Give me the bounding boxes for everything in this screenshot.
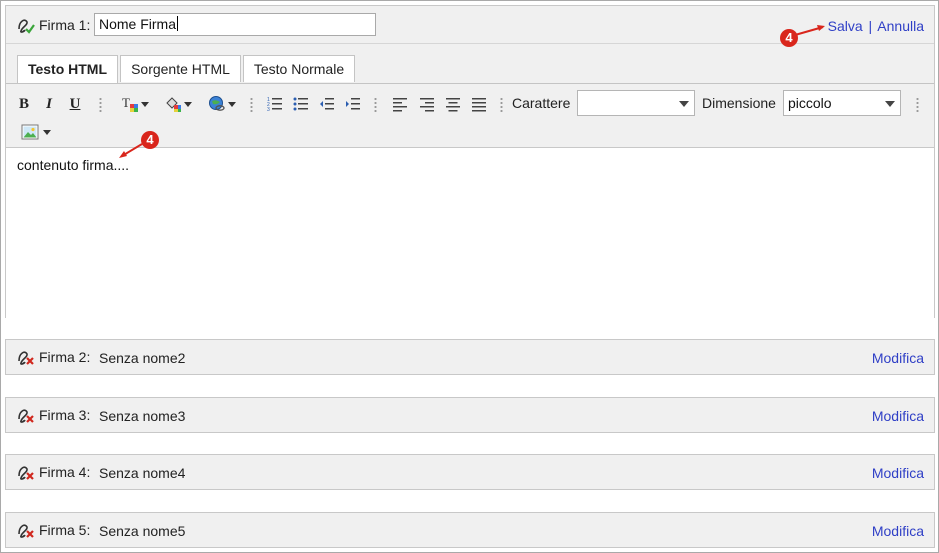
indent-icon: [346, 98, 360, 110]
globe-link-icon: [209, 96, 225, 111]
font-select[interactable]: [577, 90, 695, 116]
align-center-icon: [446, 98, 460, 112]
signature-name: Senza nome4: [99, 465, 186, 481]
edit-link[interactable]: Modifica: [872, 465, 924, 481]
align-left-button[interactable]: [390, 94, 410, 114]
insert-image-button[interactable]: [18, 122, 54, 142]
save-link[interactable]: Salva: [828, 18, 863, 34]
align-justify-button[interactable]: [469, 94, 489, 114]
text-color-icon: T: [122, 95, 138, 112]
toolbar-grip: [99, 97, 102, 113]
signature-name: Senza nome2: [99, 350, 186, 366]
bullet-list-icon: [293, 97, 308, 111]
outdent-icon: [320, 98, 334, 110]
signature-content-text: contenuto firma....: [17, 157, 130, 173]
signature-error-icon: [18, 351, 34, 365]
align-justify-icon: [472, 98, 486, 112]
tab-plain-text[interactable]: Testo Normale: [243, 55, 355, 82]
svg-text:3: 3: [267, 107, 270, 112]
align-right-button[interactable]: [417, 94, 437, 114]
chevron-down-icon: [228, 101, 236, 107]
editor-actions: Salva | Annulla: [828, 18, 924, 34]
align-right-icon: [420, 98, 434, 112]
font-label: Carattere: [512, 95, 571, 111]
text-caret: [177, 16, 179, 31]
signature-content-editor[interactable]: contenuto firma....: [6, 147, 934, 318]
editor-tabs: Testo HTML Sorgente HTML Testo Normale: [6, 43, 934, 84]
signature-label: Firma 1:: [39, 17, 91, 33]
signature-row: Firma 3: Senza nome3 Modifica: [5, 397, 935, 433]
size-select-value: piccolo: [788, 95, 832, 111]
signature-label: Firma 2:: [39, 349, 91, 365]
callout-badge: 4: [141, 131, 159, 149]
edit-link[interactable]: Modifica: [872, 523, 924, 539]
signature-label: Firma 4:: [39, 464, 91, 480]
signature-error-icon: [18, 524, 34, 538]
chevron-down-icon: [184, 101, 192, 107]
signature-name-input[interactable]: Nome Firma: [94, 13, 376, 36]
signature-name: Senza nome5: [99, 523, 186, 539]
signature-check-icon: [18, 19, 35, 34]
toolbar-grip: [250, 97, 253, 113]
edit-link[interactable]: Modifica: [872, 408, 924, 424]
background-color-button[interactable]: [161, 94, 195, 114]
signature-label: Firma 3:: [39, 407, 91, 423]
signature-editor: Firma 1: Nome Firma Salva | Annulla Test…: [5, 5, 935, 318]
signature-row: Firma 2: Senza nome2 Modifica: [5, 339, 935, 375]
toolbar-grip: [500, 97, 503, 113]
paint-bucket-icon: [166, 97, 181, 112]
signature-name: Senza nome3: [99, 408, 186, 424]
image-icon: [21, 124, 39, 140]
toolbar-grip: [374, 97, 377, 113]
insert-link-button[interactable]: [205, 94, 239, 114]
tab-html-source[interactable]: Sorgente HTML: [120, 55, 241, 82]
signature-error-icon: [18, 409, 34, 423]
toolbar-grip: [916, 97, 919, 113]
outdent-button[interactable]: [317, 94, 337, 114]
signature-label: Firma 5:: [39, 522, 91, 538]
text-color-button[interactable]: T: [118, 94, 152, 114]
chevron-down-icon: [141, 101, 149, 107]
bold-button[interactable]: B: [16, 94, 32, 114]
chevron-down-icon: [679, 101, 689, 107]
align-left-icon: [393, 98, 407, 112]
chevron-down-icon: [43, 129, 51, 135]
size-label: Dimensione: [702, 95, 776, 111]
indent-button[interactable]: [343, 94, 363, 114]
ordered-list-icon: 1 2 3: [267, 97, 282, 112]
chevron-down-icon: [885, 101, 895, 107]
link-separator: |: [868, 18, 873, 34]
signature-error-icon: [18, 466, 34, 480]
signature-name-value: Nome Firma: [99, 16, 177, 32]
tab-html-text[interactable]: Testo HTML: [17, 55, 118, 83]
size-select[interactable]: piccolo: [783, 90, 901, 116]
cancel-link[interactable]: Annulla: [877, 18, 924, 34]
signature-row: Firma 4: Senza nome4 Modifica: [5, 454, 935, 490]
ordered-list-button[interactable]: 1 2 3: [265, 94, 285, 114]
edit-link[interactable]: Modifica: [872, 350, 924, 366]
callout-badge: 4: [780, 29, 798, 47]
underline-button[interactable]: U: [67, 94, 83, 114]
align-center-button[interactable]: [443, 94, 463, 114]
italic-button[interactable]: I: [41, 94, 57, 114]
svg-text:T: T: [122, 95, 130, 110]
signatures-panel: Firma 1: Nome Firma Salva | Annulla Test…: [0, 0, 939, 553]
bullet-list-button[interactable]: [291, 94, 311, 114]
signature-row: Firma 5: Senza nome5 Modifica: [5, 512, 935, 548]
